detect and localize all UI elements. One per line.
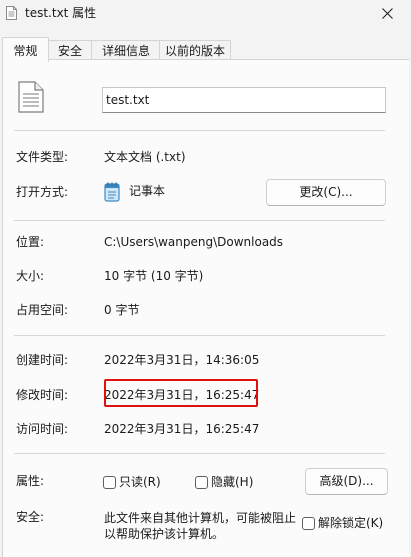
file-type-label: 文件类型: [16, 150, 69, 164]
properties-dialog: test.txt 属性 常规 安全 详细信息 以前的版本 test.txt 文件… [0, 0, 411, 557]
advanced-button[interactable]: 高级(D)... [305, 468, 388, 495]
tab-previous-versions[interactable]: 以前的版本 [159, 40, 231, 61]
divider [14, 130, 385, 131]
text-file-icon [6, 6, 17, 20]
close-icon [382, 8, 393, 19]
tab-details[interactable]: 详细信息 [91, 40, 161, 61]
tab-security[interactable]: 安全 [47, 40, 93, 61]
change-button[interactable]: 更改(C)... [266, 179, 386, 206]
filename-input[interactable]: test.txt [102, 87, 386, 113]
title-bar: test.txt 属性 [0, 0, 411, 27]
size-label: 大小: [16, 269, 45, 283]
location-value: C:\Users\wanpeng\Downloads [104, 235, 284, 249]
window-title: test.txt 属性 [25, 6, 97, 20]
security-message: 此文件来自其他计算机，可能被阻止以帮助保护该计算机。 [104, 511, 297, 541]
created-label: 创建时间: [16, 353, 69, 367]
tab-general[interactable]: 常规 [2, 37, 49, 62]
open-with-app: 记事本 [129, 184, 166, 198]
created-value: 2022年3月31日，14:36:05 [104, 353, 260, 367]
readonly-checkbox[interactable] [103, 476, 116, 489]
size-value: 10 字节 (10 字节) [104, 269, 204, 283]
divider [14, 335, 385, 336]
hidden-checkbox[interactable] [195, 476, 208, 489]
divider [14, 220, 385, 221]
open-with-label: 打开方式: [16, 185, 69, 199]
text-document-icon [18, 81, 44, 113]
attributes-label: 属性: [16, 474, 45, 488]
accessed-value: 2022年3月31日，16:25:47 [104, 422, 260, 436]
size-on-disk-label: 占用空间: [16, 303, 69, 317]
accessed-label: 访问时间: [16, 422, 69, 436]
hidden-label[interactable]: 隐藏(H) [211, 475, 253, 489]
size-on-disk-value: 0 字节 [104, 303, 140, 317]
location-label: 位置: [16, 235, 45, 249]
modified-label: 修改时间: [16, 388, 69, 402]
highlight-annotation [104, 379, 258, 407]
readonly-label[interactable]: 只读(R) [119, 475, 161, 489]
unblock-checkbox[interactable] [302, 517, 315, 530]
notepad-icon [104, 182, 120, 202]
divider [14, 453, 385, 454]
unblock-label[interactable]: 解除锁定(K) [318, 516, 383, 530]
security-label: 安全: [16, 510, 45, 524]
file-type-value: 文本文档 (.txt) [104, 150, 186, 164]
close-button[interactable] [365, 0, 411, 27]
